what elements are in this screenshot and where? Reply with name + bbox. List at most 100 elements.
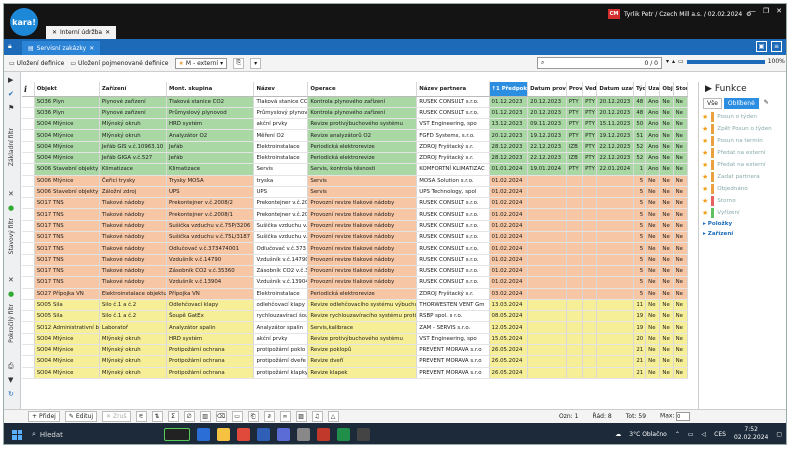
- close-icon[interactable]: ✕: [105, 29, 110, 36]
- save-definition-button[interactable]: ▭ Uložení definice: [9, 60, 64, 67]
- close-icon[interactable]: ✕: [89, 45, 94, 52]
- table-row[interactable]: SO36 Plyn Plynové zařízení Průmyslový plyn…: [22, 107, 688, 120]
- max-input[interactable]: [676, 412, 691, 421]
- panel-function-item[interactable]: ★ Posun na termín: [699, 135, 786, 147]
- column-header[interactable]: Datum prov: [527, 82, 567, 97]
- taskbar-search[interactable]: ⌕ Hledat: [32, 430, 132, 439]
- table-row[interactable]: SO06 Mlýnice Čeřicí trysky Trysky MOSA trys…: [22, 175, 688, 187]
- star-icon[interactable]: ★: [702, 173, 708, 181]
- column-header[interactable]: Název partnera: [416, 82, 490, 97]
- row-indicator[interactable]: [22, 321, 35, 334]
- explorer-icon[interactable]: [217, 428, 230, 441]
- check-icon[interactable]: ✔: [8, 90, 14, 98]
- left-tab-status-filter[interactable]: Stavový filtr: [8, 218, 15, 254]
- refresh-icon[interactable]: ↻: [8, 390, 14, 398]
- row-indicator[interactable]: [22, 254, 35, 266]
- table-row[interactable]: SO17 TNS Tlakové nádoby Vzdušník v.č.14790…: [22, 254, 688, 266]
- panel-function-item[interactable]: ★ Zadat partnera: [699, 171, 786, 183]
- table-row[interactable]: SO05 Sila Silo č.1 a č.2 Odlehčovací klapy…: [22, 299, 688, 312]
- definition-select[interactable]: ★ M - externí ▾: [174, 57, 228, 69]
- clock[interactable]: 7:52 02.02.2024: [734, 426, 768, 442]
- chevron-up-icon[interactable]: ⌃: [675, 431, 680, 438]
- pencil-icon[interactable]: ✎: [761, 98, 772, 109]
- filter-icon[interactable]: ⚟: [135, 411, 147, 422]
- row-indicator[interactable]: [22, 220, 35, 233]
- row-indicator[interactable]: [22, 208, 35, 221]
- close-icon[interactable]: ✕: [8, 190, 14, 198]
- view-icon[interactable]: ▭: [231, 411, 243, 422]
- table-row[interactable]: SO17 TNS Tlakové nádoby Odlučovač v.č.3734…: [22, 242, 688, 255]
- network-icon[interactable]: ▭: [688, 431, 694, 438]
- arrow-down-icon[interactable]: ▾: [666, 58, 669, 65]
- column-header[interactable]: Mont. skupina: [166, 82, 255, 97]
- row-indicator[interactable]: [22, 141, 35, 153]
- edit-button[interactable]: ✎ Edituj: [64, 411, 97, 422]
- layout-icon[interactable]: ▣: [756, 41, 767, 52]
- restore-icon[interactable]: ❐: [763, 7, 769, 15]
- bucket-icon[interactable]: ▼: [8, 376, 13, 384]
- menu-icon[interactable]: ≡: [771, 41, 782, 52]
- column-header[interactable]: Název: [253, 82, 309, 97]
- panel-function-item[interactable]: ★ Storno: [699, 195, 786, 207]
- dropdown-icon[interactable]: ▾: [250, 57, 262, 69]
- row-indicator[interactable]: [22, 231, 35, 244]
- volume-icon[interactable]: ◁: [702, 431, 707, 438]
- column-header[interactable]: Prov: [566, 82, 584, 97]
- row-indicator[interactable]: [22, 344, 35, 357]
- table-row[interactable]: SO17 TNS Tlakové nádoby Zásobník CO2 v.č.3…: [22, 265, 688, 278]
- excel-icon[interactable]: [337, 428, 350, 441]
- edge-icon[interactable]: [197, 428, 210, 441]
- table-row[interactable]: SO17 TNS Tlakové nádoby Sušička vzduchu v.…: [22, 220, 688, 233]
- table-row[interactable]: SO17 TNS Tlakové nádoby Prekontejner v.č.2…: [22, 208, 688, 221]
- row-indicator[interactable]: [22, 310, 35, 323]
- table-row[interactable]: SO04 Mlýnice Jeřáb GIGA v.č.527 Jeřáb Elekt…: [22, 152, 688, 165]
- row-indicator[interactable]: [22, 265, 35, 278]
- panel-function-item[interactable]: ★ Předat na externí: [699, 147, 786, 159]
- table-row[interactable]: SO17 TNS Tlakové nádoby Prekontejner v.č.2…: [22, 197, 688, 210]
- left-tab-basic-filter[interactable]: Základní filtr: [8, 128, 15, 166]
- row-indicator[interactable]: [22, 355, 35, 368]
- table-row[interactable]: SO04 Mlýnice Mlýnský okruh HRD systém akční…: [22, 333, 688, 346]
- minimize-icon[interactable]: —: [749, 7, 756, 15]
- panel-section-devices[interactable]: ▸ Zařízení: [699, 229, 786, 239]
- column-header[interactable]: Stor: [673, 82, 688, 97]
- table-row[interactable]: SO17 TNS Tlakové nádoby Vzdušník v.č.13904…: [22, 276, 688, 289]
- notification-icon[interactable]: ▢: [776, 431, 782, 438]
- panel-function-item[interactable]: ★ Předat na externí: [699, 159, 786, 171]
- teams-icon[interactable]: [277, 428, 290, 441]
- language-indicator[interactable]: CES: [714, 431, 726, 438]
- kara-app-icon[interactable]: [357, 428, 370, 441]
- row-indicator[interactable]: [22, 299, 35, 312]
- panel-function-item[interactable]: ★ Zpět Posun o týden: [699, 123, 786, 135]
- filter-icon[interactable]: ⚑: [8, 104, 14, 112]
- row-indicator[interactable]: [22, 276, 35, 289]
- print-icon[interactable]: ⎙: [8, 362, 14, 371]
- star-icon[interactable]: ★: [702, 125, 708, 133]
- table-row[interactable]: SO04 Mlýnice Jeřáb GIS v.č.10963.10 Jeřáb E…: [22, 141, 688, 153]
- zoom-slider[interactable]: [686, 59, 765, 64]
- close-window-icon[interactable]: ✕: [776, 7, 782, 15]
- empty-set-icon[interactable]: ∅: [183, 411, 195, 422]
- star-icon[interactable]: ★: [702, 149, 708, 157]
- play-icon[interactable]: ▶: [8, 76, 13, 84]
- row-indicator[interactable]: [22, 367, 35, 379]
- table-row[interactable]: SO04 Mlýnice Mlýnský okruh HRD systém akční…: [22, 118, 688, 131]
- star-icon[interactable]: ★: [702, 161, 708, 169]
- row-indicator[interactable]: [22, 96, 35, 108]
- column-header[interactable]: Týd: [633, 82, 647, 97]
- column-header[interactable]: Uzav: [645, 82, 661, 97]
- row-indicator[interactable]: [22, 186, 35, 199]
- lock-icon[interactable]: 🔒︎: [8, 42, 12, 51]
- column-header[interactable]: Operace: [307, 82, 418, 97]
- star-icon[interactable]: ★: [702, 113, 708, 121]
- table-row[interactable]: SO04 Mlýnice Mlýnský okruh Protipožární oc…: [22, 355, 688, 368]
- save-named-definition-button[interactable]: ▭ Uložení pojmenované definice: [70, 60, 168, 67]
- copy-icon[interactable]: ⎘: [233, 57, 245, 69]
- panel-section-items[interactable]: ▸ Položky: [699, 219, 786, 229]
- app-thumbnail-icon[interactable]: [164, 428, 190, 441]
- panel-function-item[interactable]: ★ Posun o týden: [699, 111, 786, 123]
- acrobat-icon[interactable]: [317, 428, 330, 441]
- row-indicator[interactable]: [22, 129, 35, 142]
- image-icon[interactable]: ▨: [295, 411, 307, 422]
- user-info[interactable]: CM Tyrlik Petr / Czech Mill a.s. / 02.02…: [608, 7, 752, 21]
